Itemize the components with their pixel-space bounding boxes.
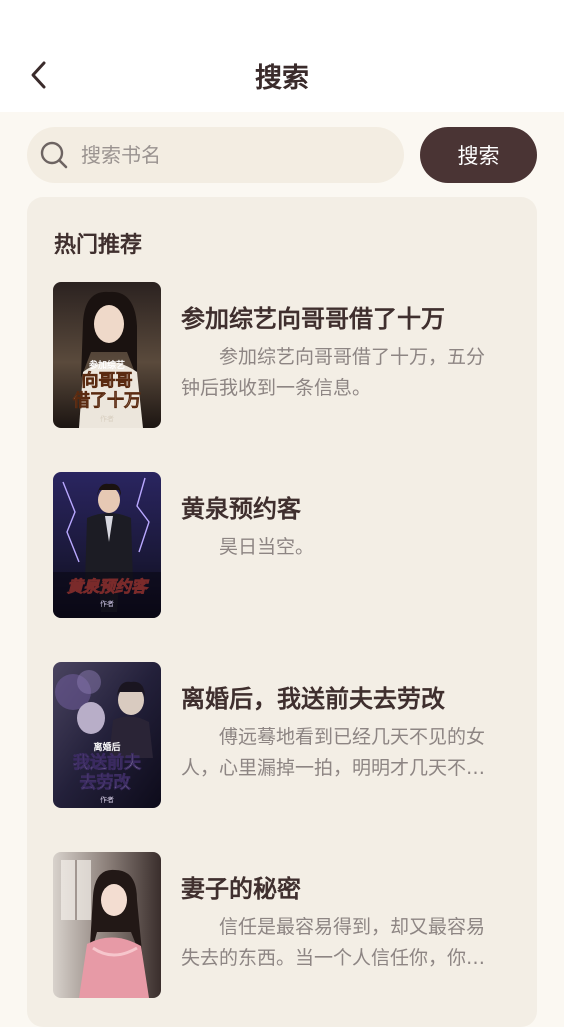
section-title: 热门推荐 — [54, 233, 143, 258]
header-bar: 搜索 — [0, 0, 564, 112]
recommend-panel: 热门推荐 参加综艺 向哥哥 借了十万 作者 参加综艺向哥哥借了十万 参加综艺向哥… — [27, 197, 537, 1027]
book-cover: 参加综艺 向哥哥 借了十万 作者 — [53, 282, 161, 428]
page-title: 搜索 — [255, 63, 309, 94]
book-item[interactable]: 妻子的秘密 信任是最容易得到，却又最容易失去的东西。当一个人信任你，你就要好好珍… — [53, 852, 513, 1000]
cover-small-text: 离婚后 — [93, 741, 120, 753]
book-title: 黄泉预约客 — [181, 495, 301, 523]
cover-small-text: 参加综艺 — [89, 359, 125, 371]
cover-title-text-2: 去劳改 — [80, 772, 132, 793]
cover-author-text: 作者 — [100, 599, 114, 608]
book-desc: 信任是最容易得到，却又最容易失去的东西。当一个人信任你，你就要好好珍惜。 — [181, 916, 486, 969]
search-box[interactable] — [27, 127, 404, 183]
book-cover: 离婚后 我送前夫 去劳改 作者 — [53, 662, 161, 808]
book-title: 妻子的秘密 — [181, 875, 301, 903]
search-button[interactable]: 搜索 — [420, 127, 537, 183]
cover-title-text: 我送前夫 — [73, 752, 142, 773]
cover-author-text: 作者 — [100, 795, 114, 804]
book-title: 离婚后，我送前夫去劳改 — [181, 685, 445, 713]
book-desc: 傅远蓦地看到已经几天不见的女人，心里漏掉一拍，明明才几天不见，他却觉得已经过了很… — [181, 726, 486, 779]
book-cover: 黄泉预约客 作者 — [53, 472, 161, 618]
search-input[interactable] — [81, 143, 381, 167]
book-title: 参加综艺向哥哥借了十万 — [181, 305, 445, 333]
cover-title-text-2: 借了十万 — [72, 390, 141, 411]
book-item[interactable]: 参加综艺 向哥哥 借了十万 作者 参加综艺向哥哥借了十万 参加综艺向哥哥借了十万… — [53, 282, 513, 430]
book-desc: 昊日当空。 — [219, 536, 315, 558]
book-item[interactable]: 黄泉预约客 作者 黄泉预约客 昊日当空。 — [53, 472, 513, 620]
cover-author-text: 作者 — [100, 414, 114, 423]
cover-title-text: 向哥哥 — [82, 370, 133, 391]
book-desc: 参加综艺向哥哥借了十万，五分钟后我收到一条信息。 — [181, 346, 486, 399]
cover-title-text: 黄泉预约客 — [67, 577, 150, 596]
book-cover — [53, 852, 161, 998]
book-item[interactable]: 离婚后 我送前夫 去劳改 作者 离婚后，我送前夫去劳改 傅远蓦地看到已经几天不见… — [53, 662, 513, 810]
search-icon — [40, 141, 68, 169]
